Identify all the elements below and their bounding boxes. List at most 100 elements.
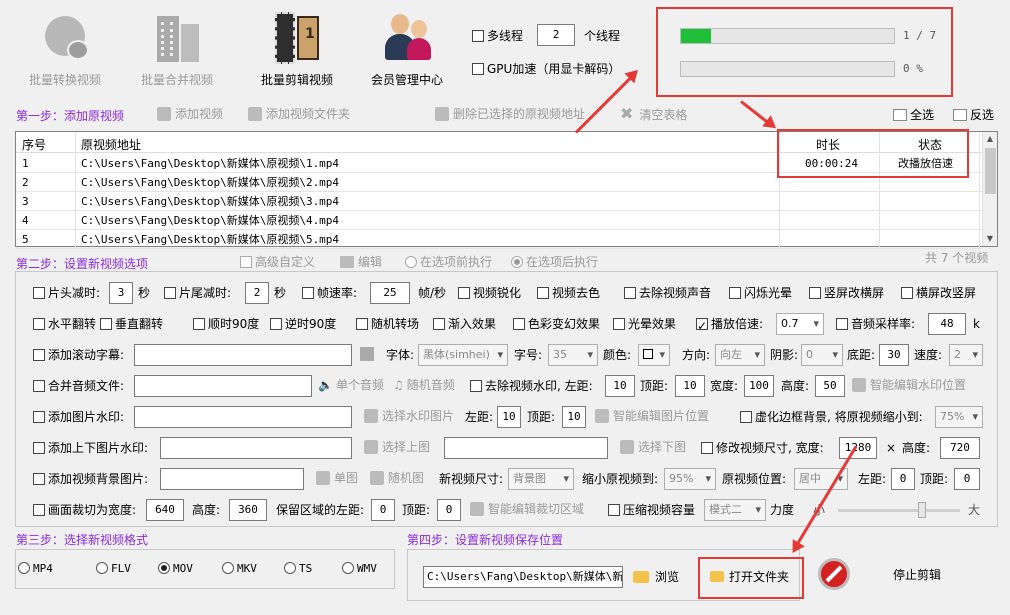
img-wm-input[interactable] bbox=[134, 406, 352, 428]
clear-table-button[interactable]: ✖ 清空表格 bbox=[620, 104, 687, 125]
remove-wm-checkbox[interactable]: 去除视频水印, 左距: bbox=[470, 375, 593, 397]
select-all-button[interactable]: 全选 bbox=[893, 104, 934, 126]
img-top-input[interactable]: 10 bbox=[562, 406, 586, 428]
thread-count-input[interactable]: 2 bbox=[537, 24, 575, 46]
crop-height-input[interactable]: 360 bbox=[229, 499, 267, 521]
tail-cut-input[interactable]: 2 bbox=[245, 282, 269, 304]
top-img-input[interactable] bbox=[160, 437, 352, 459]
format-radio-flv[interactable]: FLV bbox=[96, 558, 131, 580]
v2h-checkbox[interactable]: 竖屏改横屏 bbox=[809, 282, 884, 304]
batch-edit-button[interactable]: 1 批量剪辑视频 bbox=[242, 6, 352, 96]
head-cut-input[interactable]: 3 bbox=[109, 282, 133, 304]
merge-audio-checkbox[interactable]: 合并音频文件: bbox=[33, 375, 124, 397]
decolor-checkbox[interactable]: 视频去色 bbox=[537, 282, 600, 304]
resize-width-input[interactable]: 1280 bbox=[839, 437, 877, 459]
mode-select[interactable]: 模式二 bbox=[704, 499, 766, 521]
direction-select[interactable]: 向左 bbox=[715, 344, 765, 366]
color-shift-checkbox[interactable]: 色彩变幻效果 bbox=[513, 313, 600, 335]
ccw90-checkbox[interactable]: 逆时90度 bbox=[270, 313, 336, 335]
choose-wm-button[interactable]: 选择水印图片 bbox=[364, 406, 454, 426]
strength-slider[interactable] bbox=[838, 502, 960, 518]
blur-select[interactable]: 75% bbox=[935, 406, 983, 428]
blur-bg-checkbox[interactable]: 虚化边框背景, 将原视频缩小到: bbox=[740, 406, 923, 428]
invert-select-button[interactable]: 反选 bbox=[953, 104, 994, 126]
remove-audio-checkbox[interactable]: 去除视频声音 bbox=[624, 282, 711, 304]
add-folder-button[interactable]: 添加视频文件夹 bbox=[248, 104, 350, 124]
wm-left-input[interactable]: 10 bbox=[605, 375, 635, 397]
before-radio[interactable]: 在选项前执行 bbox=[405, 251, 492, 273]
slider-thumb[interactable] bbox=[918, 502, 926, 518]
delete-selected-button[interactable]: 删除已选择的原视频地址 bbox=[435, 104, 585, 124]
bottom-img-input[interactable] bbox=[444, 437, 608, 459]
advanced-checkbox[interactable]: 高级自定义 bbox=[240, 251, 315, 273]
bg-img-checkbox[interactable]: 添加视频背景图片: bbox=[33, 468, 148, 490]
pos-left-input[interactable]: 0 bbox=[891, 468, 915, 490]
tail-cut-checkbox[interactable]: 片尾减时: bbox=[164, 282, 231, 304]
speed-select[interactable]: 0.7 bbox=[776, 313, 824, 335]
wm-width-input[interactable]: 100 bbox=[744, 375, 774, 397]
table-row[interactable]: 3 C:\Users\Fang\Desktop\新媒体\原视频\3.mp4 bbox=[16, 192, 982, 211]
save-path-input[interactable]: C:\Users\Fang\Desktop\新媒体\新建 bbox=[423, 566, 623, 588]
sample-rate-checkbox[interactable]: 音频采样率: bbox=[836, 313, 915, 335]
wm-height-input[interactable]: 50 bbox=[815, 375, 845, 397]
hflip-checkbox[interactable]: 水平翻转 bbox=[33, 313, 96, 335]
batch-merge-button[interactable]: 批量合并视频 bbox=[122, 6, 232, 96]
compress-checkbox[interactable]: 压缩视频容量 bbox=[608, 499, 695, 521]
tb-img-checkbox[interactable]: 添加上下图片水印: bbox=[33, 437, 148, 459]
head-cut-checkbox[interactable]: 片头减时: bbox=[33, 282, 100, 304]
crop-top-input[interactable]: 0 bbox=[437, 499, 461, 521]
scroll-thumb[interactable] bbox=[985, 148, 996, 194]
color-select[interactable] bbox=[638, 344, 670, 366]
smart-crop-button[interactable]: 智能编辑裁切区域 bbox=[470, 499, 584, 519]
fade-in-checkbox[interactable]: 渐入效果 bbox=[433, 313, 496, 335]
h2v-checkbox[interactable]: 横屏改竖屏 bbox=[901, 282, 976, 304]
choose-top-button[interactable]: 选择上图 bbox=[364, 437, 430, 457]
gpu-checkbox[interactable]: GPU加速（用显卡解码） bbox=[472, 58, 620, 80]
shadow-select[interactable]: 0 bbox=[801, 344, 843, 366]
resize-height-input[interactable]: 720 bbox=[940, 437, 980, 459]
random-audio-button[interactable]: ♫ 随机音频 bbox=[393, 375, 455, 395]
stop-button[interactable]: 停止剪辑 bbox=[893, 564, 941, 586]
vflip-checkbox[interactable]: 垂直翻转 bbox=[100, 313, 163, 335]
add-video-button[interactable]: 添加视频 bbox=[157, 104, 223, 124]
bg-img-input[interactable] bbox=[160, 468, 304, 490]
format-radio-mkv[interactable]: MKV bbox=[222, 558, 257, 580]
flash-checkbox[interactable]: 闪烁光晕 bbox=[729, 282, 792, 304]
smart-wm-button[interactable]: 智能编辑水印位置 bbox=[852, 375, 966, 395]
img-wm-checkbox[interactable]: 添加图片水印: bbox=[33, 406, 124, 428]
edit-button[interactable]: 编辑 bbox=[340, 251, 382, 273]
crop-width-input[interactable]: 640 bbox=[146, 499, 184, 521]
font-select[interactable]: 黑体(simhei) bbox=[418, 344, 508, 366]
scroll-sub-input[interactable] bbox=[134, 344, 352, 366]
sample-rate-input[interactable]: 48 bbox=[928, 313, 966, 335]
single-audio-button[interactable]: 🔈 单个音频 bbox=[318, 375, 384, 395]
sharpen-checkbox[interactable]: 视频锐化 bbox=[458, 282, 521, 304]
merge-audio-input[interactable] bbox=[134, 375, 312, 397]
scroll-sub-checkbox[interactable]: 添加滚动字幕: bbox=[33, 344, 124, 366]
smart-img-button[interactable]: 智能编辑图片位置 bbox=[595, 406, 709, 426]
table-row[interactable]: 4 C:\Users\Fang\Desktop\新媒体\原视频\4.mp4 bbox=[16, 211, 982, 230]
single-img-button[interactable]: 单图 bbox=[316, 468, 358, 488]
wm-top-input[interactable]: 10 bbox=[675, 375, 705, 397]
fps-checkbox[interactable]: 帧速率: bbox=[302, 282, 357, 304]
resize-checkbox[interactable]: 修改视频尺寸, 宽度: bbox=[701, 437, 824, 459]
fps-input[interactable]: 25 bbox=[370, 282, 410, 304]
format-radio-ts[interactable]: TS bbox=[284, 558, 312, 580]
bottom-input[interactable]: 30 bbox=[879, 344, 909, 366]
speed-checkbox[interactable]: 播放倍速: bbox=[696, 313, 763, 337]
crop-checkbox[interactable]: 画面裁切为宽度: bbox=[33, 499, 136, 521]
choose-bottom-button[interactable]: 选择下图 bbox=[620, 437, 686, 457]
shrink-select[interactable]: 95% bbox=[664, 468, 716, 490]
glow-checkbox[interactable]: 光晕效果 bbox=[613, 313, 676, 335]
cw90-checkbox[interactable]: 顺时90度 bbox=[193, 313, 259, 335]
subtitle-settings-icon[interactable] bbox=[360, 347, 374, 361]
format-radio-mov[interactable]: MOV bbox=[158, 558, 193, 580]
random-trans-checkbox[interactable]: 随机转场 bbox=[356, 313, 419, 335]
table-scrollbar[interactable]: ▲ ▼ bbox=[982, 132, 997, 246]
random-img-button[interactable]: 随机图 bbox=[370, 468, 424, 488]
format-radio-wmv[interactable]: WMV bbox=[342, 558, 377, 580]
pos-top-input[interactable]: 0 bbox=[954, 468, 980, 490]
after-radio[interactable]: 在选项后执行 bbox=[511, 251, 598, 273]
crop-left-input[interactable]: 0 bbox=[371, 499, 395, 521]
browse-button[interactable]: 浏览 bbox=[633, 566, 679, 588]
